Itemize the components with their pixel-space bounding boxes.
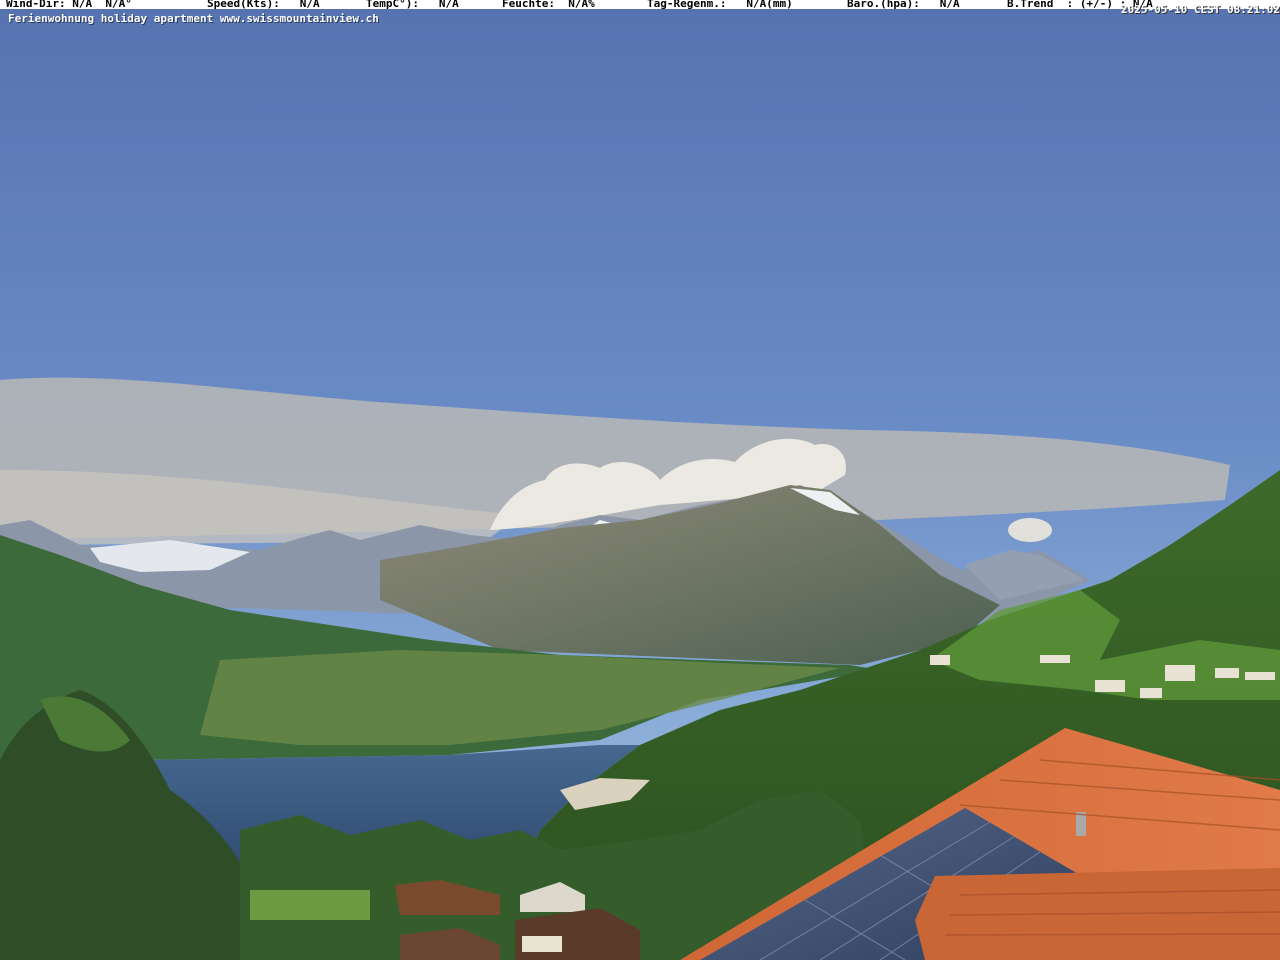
webcam-caption: Ferienwohnung holiday apartment www.swis…	[8, 12, 379, 25]
webcam-scene	[0, 0, 1280, 960]
timestamp: 2025-05-10 CEST 08:21:02	[1121, 3, 1280, 16]
wind-direction-text: Wind-Dir: N/A N/A°	[6, 0, 132, 10]
meadow-patch	[250, 890, 370, 920]
small-cloud	[1008, 518, 1052, 542]
rain-text: Tag-Regenm.: N/A(mm)	[647, 0, 793, 10]
temperature-text: TempC°): N/A	[366, 0, 459, 10]
roof-chimney-vent	[1076, 812, 1086, 836]
barometer-text: Baro.(hpa): N/A	[847, 0, 960, 10]
humidity-text: Feuchte: N/A%	[502, 0, 595, 10]
wind-speed-text: Speed(Kts): N/A	[207, 0, 320, 10]
weather-bar: Wind-Dir: N/A N/A° Speed(Kts): N/A TempC…	[0, 0, 1280, 9]
